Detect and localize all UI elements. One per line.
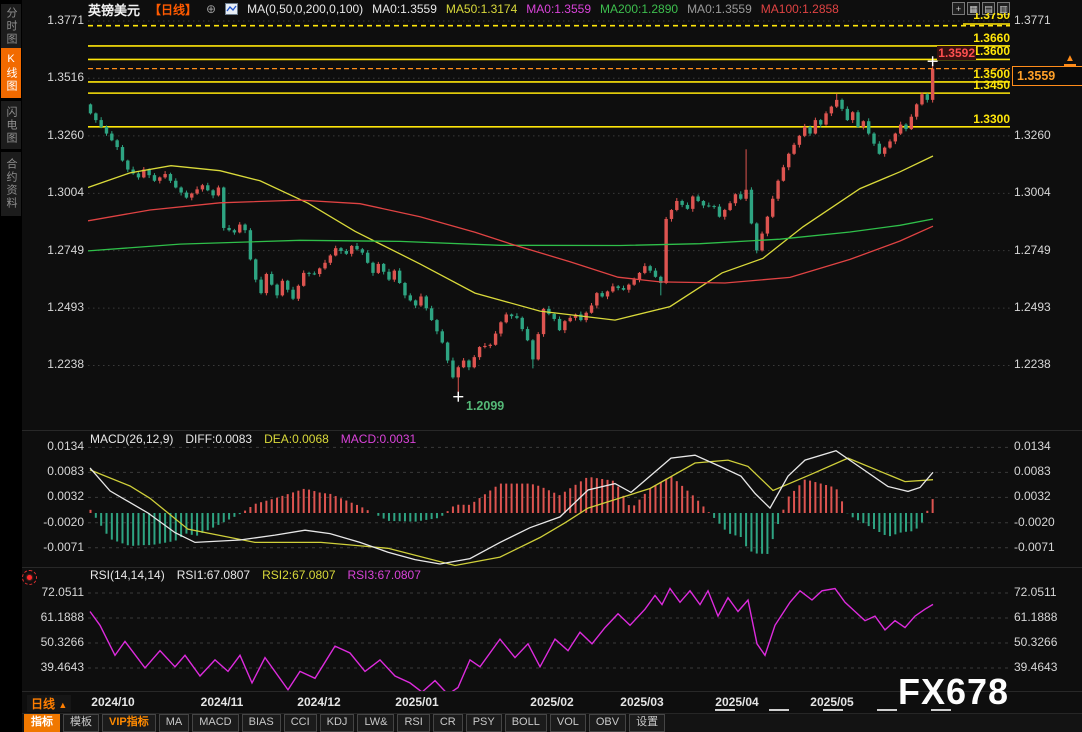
y-axis-label: 72.0511 xyxy=(0,586,84,599)
macd-header: MACD(26,12,9) DIFF:0.0083 DEA:0.0068 MACD:0… xyxy=(90,432,416,446)
toolbar-button-macd[interactable]: MACD xyxy=(192,714,238,732)
price-level-label: 1.3450 xyxy=(900,78,1010,92)
indicator-value: DEA:0.0068 xyxy=(264,432,329,446)
toolbar-button-指标[interactable]: 指标 xyxy=(24,714,60,732)
toolbar-button-boll[interactable]: BOLL xyxy=(505,714,547,732)
x-axis-month-label: 2025/05 xyxy=(792,695,872,709)
x-axis-month-label: 2024/11 xyxy=(182,695,262,709)
y-axis-label: 50.3266 xyxy=(0,636,84,649)
pane-divider[interactable] xyxy=(22,567,1082,568)
chart-canvas[interactable] xyxy=(0,0,1082,732)
indicator-value: RSI2:67.0807 xyxy=(262,568,335,582)
y-axis-label: -0.0071 xyxy=(1014,541,1080,554)
scroll-to-latest-icon[interactable]: ▲ xyxy=(1064,54,1076,66)
low-price-marker: 1.2099 xyxy=(466,399,504,413)
toolbar-button-psy[interactable]: PSY xyxy=(466,714,502,732)
y-axis-label: 0.0083 xyxy=(0,465,84,478)
y-axis-label: 1.3260 xyxy=(0,129,84,142)
ma-value: MA0:1.3559 xyxy=(372,2,437,16)
period-tag[interactable]: 日线 ▲ xyxy=(27,695,71,712)
y-axis-label: 0.0134 xyxy=(1014,440,1080,453)
x-axis-month-label: 2024/10 xyxy=(73,695,153,709)
toolbar-button-bias[interactable]: BIAS xyxy=(242,714,281,732)
y-axis-label: 39.4643 xyxy=(1014,661,1080,674)
pane-divider[interactable] xyxy=(22,430,1082,431)
y-axis-label: 1.2238 xyxy=(0,358,84,371)
up-triangle-icon: ▲ xyxy=(58,700,67,710)
indicator-toolbar: 指标模板VIP指标MAMACDBIASCCIKDJLW&RSICRPSYBOLL… xyxy=(22,713,1082,732)
trading-app-window: 分时图K线图闪电图合约资料 英镑美元 【日线】 ⊕ MA(0,50,0,200,… xyxy=(0,0,1082,732)
ma-value: MA0:1.3559 xyxy=(526,2,591,16)
x-axis-month-label: 2025/03 xyxy=(602,695,682,709)
ma-value: MA0:1.3559 xyxy=(687,2,752,16)
high-price-marker: 1.3592 xyxy=(862,46,976,60)
y-axis-label: 0.0083 xyxy=(1014,465,1080,478)
toolbar-button-cr[interactable]: CR xyxy=(433,714,463,732)
y-axis-label: 1.3771 xyxy=(1014,14,1080,27)
y-axis-label: 1.2238 xyxy=(1014,358,1080,371)
x-axis-month-label: 2024/12 xyxy=(279,695,359,709)
indicator-value: RSI1:67.0807 xyxy=(177,568,250,582)
ma-settings-label: MA(0,50,0,200,0,100) xyxy=(247,2,363,16)
record-indicator-icon[interactable] xyxy=(22,570,37,585)
y-axis-label: 72.0511 xyxy=(1014,586,1080,599)
current-price-box: 1.3559 xyxy=(1012,66,1082,86)
period-selector[interactable]: 【日线】 xyxy=(149,1,197,18)
indicator-value: MACD:0.0031 xyxy=(341,432,416,446)
toolbar-button-模板[interactable]: 模板 xyxy=(63,714,99,732)
price-level-label: 1.3300 xyxy=(900,112,1010,126)
x-axis-month-label: 2025/04 xyxy=(697,695,777,709)
y-axis-label: 1.3516 xyxy=(0,71,84,84)
y-axis-label: -0.0020 xyxy=(0,516,84,529)
toolbar-button-设置[interactable]: 设置 xyxy=(629,714,665,732)
price-level-label: 1.3660 xyxy=(900,31,1010,45)
y-axis-label: -0.0071 xyxy=(0,541,84,554)
y-axis-label: 50.3266 xyxy=(1014,636,1080,649)
ma-value: MA50:1.3174 xyxy=(446,2,517,16)
sidebar-item-4[interactable]: 合约资料 xyxy=(1,152,21,216)
toolbar-button-vol[interactable]: VOL xyxy=(550,714,586,732)
indicator-name: MACD(26,12,9) xyxy=(90,432,173,446)
y-axis-label: 1.2749 xyxy=(0,244,84,257)
y-axis-label: 1.2749 xyxy=(1014,244,1080,257)
indicator-value: RSI3:67.0807 xyxy=(348,568,421,582)
symbol-title: 英镑美元 xyxy=(88,0,140,19)
watermark-logo: FX678 xyxy=(898,671,1009,713)
resistance-label-clipped: 1.3750 xyxy=(900,13,1010,22)
toolbar-button-obv[interactable]: OBV xyxy=(589,714,626,732)
indicator-name: RSI(14,14,14) xyxy=(90,568,165,582)
y-axis-label: 0.0134 xyxy=(0,440,84,453)
x-axis-month-label: 2025/02 xyxy=(512,695,592,709)
y-axis-label: 0.0032 xyxy=(1014,490,1080,503)
y-axis-label: 1.3004 xyxy=(1014,186,1080,199)
y-axis-label: 61.1888 xyxy=(1014,611,1080,624)
y-axis-label: 1.2493 xyxy=(0,301,84,314)
y-axis-label: 1.3004 xyxy=(0,186,84,199)
add-indicator-icon[interactable]: ⊕ xyxy=(206,2,216,16)
x-axis-month-label: 2025/01 xyxy=(377,695,457,709)
y-axis-label: -0.0020 xyxy=(1014,516,1080,529)
y-axis-label: 61.1888 xyxy=(0,611,84,624)
toolbar-button-vip指标[interactable]: VIP指标 xyxy=(102,714,156,732)
toolbar-button-cci[interactable]: CCI xyxy=(284,714,317,732)
y-axis-label: 1.3771 xyxy=(0,14,84,27)
y-axis-label: 0.0032 xyxy=(0,490,84,503)
y-axis-label: 1.3260 xyxy=(1014,129,1080,142)
ma-values: MA0:1.3559 MA50:1.3174 MA0:1.3559 MA200:1.2… xyxy=(372,2,848,16)
y-axis-label: 1.2493 xyxy=(1014,301,1080,314)
chart-thumbnail-icon[interactable] xyxy=(225,3,238,15)
ma-value: MA200:1.2890 xyxy=(600,2,678,16)
toolbar-button-ma[interactable]: MA xyxy=(159,714,190,732)
toolbar-button-lw&[interactable]: LW& xyxy=(357,714,394,732)
ma-value: MA100:1.2858 xyxy=(761,2,839,16)
rsi-header: RSI(14,14,14) RSI1:67.0807 RSI2:67.0807 RSI… xyxy=(90,568,421,582)
chart-header: 英镑美元 【日线】 ⊕ MA(0,50,0,200,0,100) MA0:1.3… xyxy=(88,1,848,17)
indicator-value: DIFF:0.0083 xyxy=(185,432,252,446)
y-axis-label: 39.4643 xyxy=(0,661,84,674)
toolbar-button-kdj[interactable]: KDJ xyxy=(320,714,355,732)
toolbar-button-rsi[interactable]: RSI xyxy=(397,714,429,732)
